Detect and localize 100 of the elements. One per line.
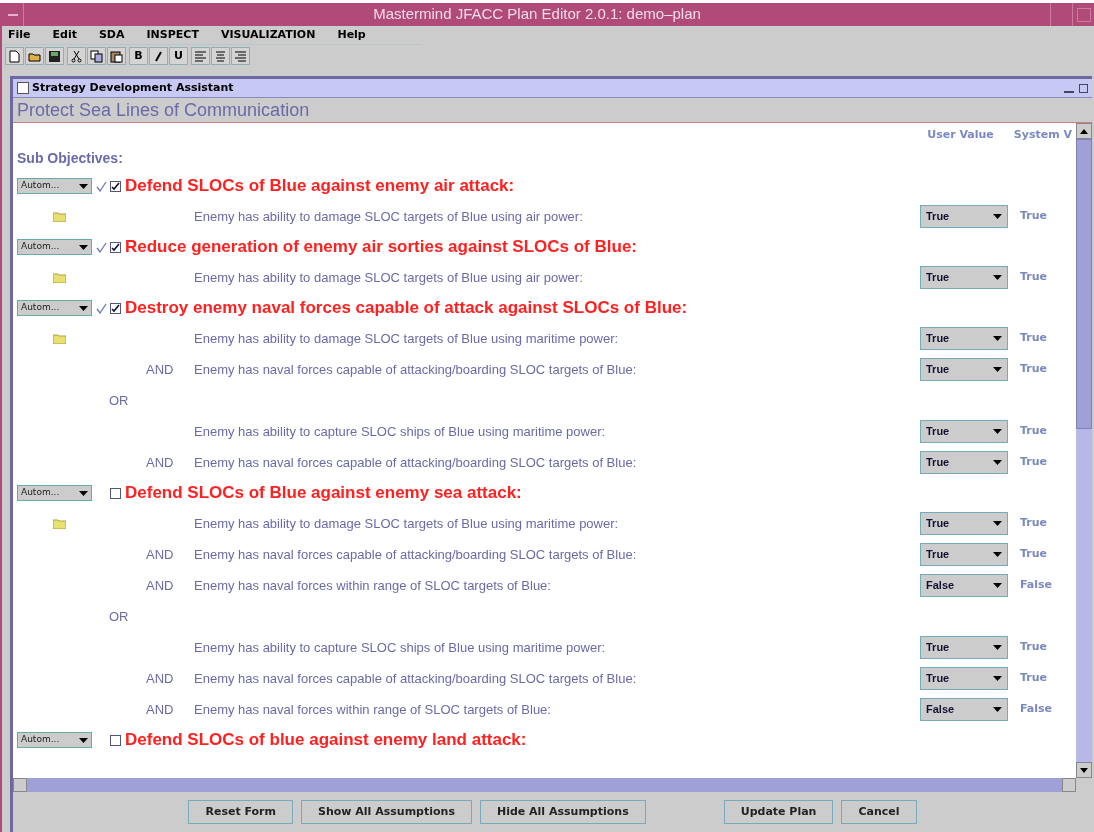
- objective-title: Defend SLOCs of Blue against enemy sea attack:: [125, 482, 522, 505]
- condition-text: Enemy has ability to capture SLOC ships of Blue using maritime power:: [194, 638, 607, 657]
- caret-icon: [79, 244, 88, 250]
- align-center-icon[interactable]: [211, 47, 230, 65]
- panel-title: Strategy Development Assistant: [32, 79, 234, 96]
- value-dropdown[interactable]: True: [920, 420, 1008, 443]
- objective-checkbox[interactable]: [110, 302, 121, 314]
- value-dropdown[interactable]: True: [920, 512, 1008, 535]
- column-header: User Value: [927, 126, 994, 143]
- window-title: Mastermind JFACC Plan Editor 2.0.1: demo–plan: [372, 4, 702, 25]
- mode-dropdown[interactable]: Autom...: [17, 300, 92, 316]
- caret-icon: [79, 737, 88, 743]
- action-button[interactable]: Hide All Assumptions: [479, 800, 646, 824]
- objective-title: Reduce generation of enemy air sorties against SLOCs of Blue:: [125, 236, 637, 259]
- system-value: False: [1019, 701, 1054, 718]
- and-operator: AND: [146, 576, 175, 595]
- menu-item[interactable]: File: [8, 26, 31, 44]
- and-operator: AND: [146, 700, 175, 719]
- value-dropdown[interactable]: True: [920, 543, 1008, 566]
- menu-item[interactable]: SDA: [98, 26, 125, 44]
- caret-icon: [993, 214, 1002, 219]
- mode-dropdown[interactable]: Autom...: [17, 239, 92, 255]
- action-button[interactable]: Update Plan: [723, 800, 834, 824]
- system-value: True: [1019, 515, 1048, 532]
- and-operator: AND: [146, 453, 175, 472]
- mode-dropdown[interactable]: Autom...: [17, 732, 92, 748]
- condition-text: Enemy has ability to capture SLOC ships of Blue using maritime power:: [194, 422, 607, 441]
- caret-icon: [993, 429, 1002, 434]
- objective-title: Defend SLOCs of blue against enemy land attack:: [125, 729, 527, 752]
- value-dropdown[interactable]: True: [920, 358, 1008, 381]
- condition-text: Enemy has ability to damage SLOC targets of Blue using air power:: [194, 207, 584, 226]
- tick-icon: [96, 180, 107, 192]
- folder-icon[interactable]: [25, 47, 44, 65]
- copy-icon[interactable]: [87, 47, 106, 65]
- system-value: True: [1019, 546, 1048, 563]
- caret-icon: [79, 490, 88, 496]
- system-value: True: [1019, 423, 1048, 440]
- condition-text: Enemy has ability to damage SLOC targets of Blue using maritime power:: [194, 514, 620, 533]
- clipboard-icon[interactable]: [107, 47, 126, 65]
- system-value: True: [1019, 330, 1048, 347]
- menu-item[interactable]: Help: [337, 26, 366, 44]
- caret-icon: [993, 552, 1002, 557]
- caret-icon: [993, 367, 1002, 372]
- restore-button[interactable]: [1079, 83, 1088, 93]
- condition-text: Enemy has naval forces within range of SLOC targets of Blue:: [194, 700, 552, 719]
- menu-item[interactable]: Edit: [52, 26, 77, 44]
- objective-checkbox[interactable]: [110, 180, 121, 192]
- system-value: True: [1019, 639, 1048, 656]
- value-dropdown[interactable]: False: [920, 698, 1008, 721]
- objective-title: Defend SLOCs of Blue against enemy air attack:: [125, 175, 515, 198]
- value-dropdown[interactable]: True: [920, 636, 1008, 659]
- caret-icon: [993, 275, 1002, 280]
- align-left-icon[interactable]: [191, 47, 210, 65]
- system-value: True: [1019, 670, 1048, 687]
- frame-icon: [17, 82, 29, 94]
- condition-text: Enemy has naval forces capable of attacking/boarding SLOC targets of Blue:: [194, 545, 638, 564]
- mode-dropdown[interactable]: Autom...: [17, 178, 92, 194]
- system-value: True: [1019, 361, 1048, 378]
- italic-icon[interactable]: [149, 47, 168, 65]
- caret-icon: [993, 460, 1002, 465]
- system-value: False: [1019, 577, 1054, 594]
- action-button[interactable]: Cancel: [841, 800, 917, 824]
- condition-text: Enemy has ability to damage SLOC targets of Blue using air power:: [194, 268, 584, 287]
- format-button[interactable]: U: [169, 47, 188, 65]
- format-button[interactable]: B: [129, 47, 148, 65]
- condition-text: Enemy has naval forces capable of attacking/boarding SLOC targets of Blue:: [194, 360, 638, 379]
- caret-icon: [79, 305, 88, 311]
- value-dropdown[interactable]: False: [920, 574, 1008, 597]
- caret-icon: [993, 583, 1002, 588]
- caret-icon: [993, 676, 1002, 681]
- value-dropdown[interactable]: True: [920, 205, 1008, 228]
- action-button[interactable]: Reset Form: [188, 800, 293, 824]
- mode-dropdown[interactable]: Autom...: [17, 485, 92, 501]
- scroll-up-icon[interactable]: [1080, 128, 1088, 134]
- or-operator: OR: [109, 607, 129, 626]
- or-operator: OR: [109, 391, 129, 410]
- tick-icon: [96, 302, 107, 314]
- objective-heading: Protect Sea Lines of Communication: [17, 98, 310, 122]
- system-value: True: [1019, 269, 1048, 286]
- value-dropdown[interactable]: True: [920, 451, 1008, 474]
- action-button[interactable]: Show All Assumptions: [301, 800, 472, 824]
- value-dropdown[interactable]: True: [920, 667, 1008, 690]
- objective-checkbox[interactable]: [110, 487, 121, 499]
- menu-item[interactable]: VISUALIZATION: [220, 26, 316, 44]
- caret-icon: [993, 707, 1002, 712]
- scroll-down-icon[interactable]: [1080, 767, 1088, 773]
- objective-checkbox[interactable]: [110, 241, 121, 253]
- value-dropdown[interactable]: True: [920, 266, 1008, 289]
- menu-item[interactable]: INSPECT: [146, 26, 199, 44]
- section-label: Sub Objectives:: [17, 149, 123, 168]
- scissors-icon[interactable]: [67, 47, 86, 65]
- objective-checkbox[interactable]: [110, 734, 121, 746]
- and-operator: AND: [146, 669, 175, 688]
- system-value: True: [1019, 454, 1048, 471]
- condition-text: Enemy has naval forces capable of attacking/boarding SLOC targets of Blue:: [194, 669, 638, 688]
- align-right-icon[interactable]: [231, 47, 250, 65]
- system-value: True: [1019, 208, 1048, 225]
- value-dropdown[interactable]: True: [920, 327, 1008, 350]
- new-file-icon[interactable]: [5, 47, 24, 65]
- and-operator: AND: [146, 360, 175, 379]
